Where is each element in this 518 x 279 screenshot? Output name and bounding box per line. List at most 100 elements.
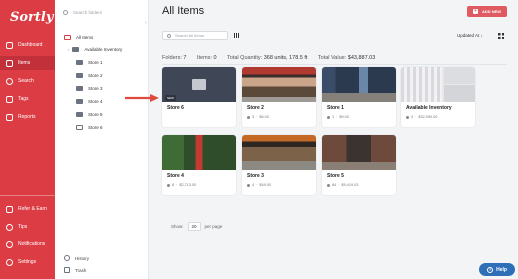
folder-card-store-1[interactable]: Store 1 1 · $9.00 [322, 67, 396, 127]
card-thumbnail [401, 67, 475, 102]
folder-label: Store 5 [88, 111, 103, 117]
folder-card-store-2[interactable]: Store 2 3 · $6.00 [242, 67, 316, 127]
sortly-logo[interactable]: Sortly [10, 10, 53, 25]
folder-label: Store 4 [88, 98, 103, 104]
card-count: 3 [252, 115, 255, 119]
show-label: Show: [171, 224, 184, 229]
card-thumbnail [242, 135, 316, 170]
trash-link[interactable]: Trash [64, 265, 86, 275]
folder-card-store-5[interactable]: Store 5 84 · $9,419.03 [322, 135, 396, 195]
nav-search[interactable]: Search [0, 74, 55, 88]
search-icon [6, 77, 13, 85]
folder-store-2[interactable]: Store 2 [76, 70, 103, 80]
card-thumbnail [162, 135, 236, 170]
folder-card-store-3[interactable]: Store 3 4 · $49.00 [242, 135, 316, 195]
quantity-icon [247, 115, 250, 119]
card-name: Store 4 [167, 173, 184, 179]
gear-icon [6, 258, 13, 266]
nav-label: Tags [18, 96, 29, 102]
quantity-stat-value: 368 units, 178.5 ft [263, 55, 308, 61]
folder-store-6[interactable]: Store 6 [76, 122, 103, 132]
new-badge: NEW [165, 95, 176, 101]
card-thumbnail: NEW [162, 67, 236, 102]
page-title: All Items [162, 5, 205, 17]
card-count: 8 [172, 183, 175, 187]
add-new-button[interactable]: + ADD NEW [467, 6, 507, 17]
gift-icon [6, 205, 13, 213]
nav-label: Settings [18, 259, 37, 265]
items-stat-label: Items: [197, 55, 212, 61]
thumbnail-tile [444, 67, 475, 84]
history-label: History [75, 255, 90, 261]
folder-store-5[interactable]: Store 5 [76, 109, 103, 119]
folder-store-1[interactable]: Store 1 [76, 57, 103, 67]
folder-card-store-6[interactable]: NEW Store 6 [162, 67, 236, 127]
nav-reports[interactable]: Reports [0, 110, 55, 124]
thumbnail-tile [444, 85, 475, 102]
items-stat-value: 0 [213, 55, 217, 61]
nav-tips[interactable]: Tips [0, 220, 55, 234]
folder-store-4[interactable]: Store 4 [76, 96, 103, 106]
chevron-right-icon[interactable]: › [68, 47, 69, 52]
plus-icon: + [472, 8, 478, 14]
question-icon: ? [487, 266, 494, 273]
items-search-input[interactable]: Search All Items [162, 31, 228, 40]
card-meta: 4 · $49.00 [247, 183, 271, 187]
arrow-head [150, 94, 159, 102]
card-name: Available Inventory [406, 105, 452, 111]
nav-items[interactable]: Items [0, 56, 55, 70]
card-meta: 8 · $2,713.00 [167, 183, 196, 187]
folder-card-store-4[interactable]: Store 4 8 · $2,713.00 [162, 135, 236, 195]
nav-refer-earn[interactable]: Refer & Earn [0, 202, 55, 216]
folder-icon [76, 59, 83, 65]
sort-dropdown[interactable]: Updated At ↓ [457, 33, 483, 38]
meta-separator: · [415, 115, 417, 119]
folder-available-inventory[interactable]: › Available Inventory [68, 44, 122, 54]
folder-label: Store 2 [88, 72, 103, 78]
folder-icon [76, 85, 83, 91]
meta-separator: · [256, 115, 258, 119]
nav-tags[interactable]: Tags [0, 92, 55, 106]
folder-icon [76, 72, 83, 78]
grid-view-icon[interactable] [498, 33, 504, 39]
folder-icon [72, 46, 80, 52]
nav-settings[interactable]: Settings [0, 255, 55, 269]
card-count: 84 [332, 183, 337, 187]
collapse-panel-icon[interactable]: ‹ [145, 20, 147, 26]
tag-icon [6, 95, 13, 103]
barcode-scan-icon[interactable] [234, 33, 239, 38]
meta-separator: · [338, 183, 340, 187]
card-name: Store 2 [247, 105, 264, 111]
folder-search[interactable]: Search folders [63, 8, 143, 17]
nav-notifications[interactable]: Notifications [0, 237, 55, 251]
nav-label: Items [18, 60, 31, 66]
value-stat-value: $43,887.03 [347, 55, 376, 61]
history-icon [64, 255, 70, 261]
card-meta: 84 · $9,419.03 [327, 183, 358, 187]
history-link[interactable]: History [64, 253, 89, 263]
card-price: $2,713.00 [179, 183, 197, 187]
folder-icon [76, 124, 83, 130]
nav-dashboard[interactable]: Dashboard [0, 38, 55, 52]
items-search-placeholder: Search All Items [175, 33, 204, 38]
help-button[interactable]: ? Help [479, 263, 515, 276]
items-icon [6, 59, 13, 67]
thumbnail-tile [401, 67, 442, 102]
folder-all-items[interactable]: All Items [64, 32, 93, 42]
items-icon [64, 34, 71, 40]
per-page-select[interactable]: 20 [187, 222, 201, 231]
trash-icon [64, 267, 70, 273]
nav-label: Notifications [18, 241, 46, 247]
folder-card-available-inventory[interactable]: Available Inventory 4 · $32,090.00 [401, 67, 475, 127]
add-new-label: ADD NEW [481, 9, 502, 14]
card-price: $6.00 [259, 115, 269, 119]
help-label: Help [496, 266, 507, 273]
quantity-icon [167, 183, 170, 187]
card-thumbnail [242, 67, 316, 102]
folder-store-3[interactable]: Store 3 [76, 83, 103, 93]
dashboard-icon [6, 41, 13, 49]
folder-label: Available Inventory [84, 46, 123, 52]
folders-stat-value: 7 [183, 55, 187, 61]
search-icon [167, 33, 171, 38]
nav-label: Reports [18, 114, 36, 120]
